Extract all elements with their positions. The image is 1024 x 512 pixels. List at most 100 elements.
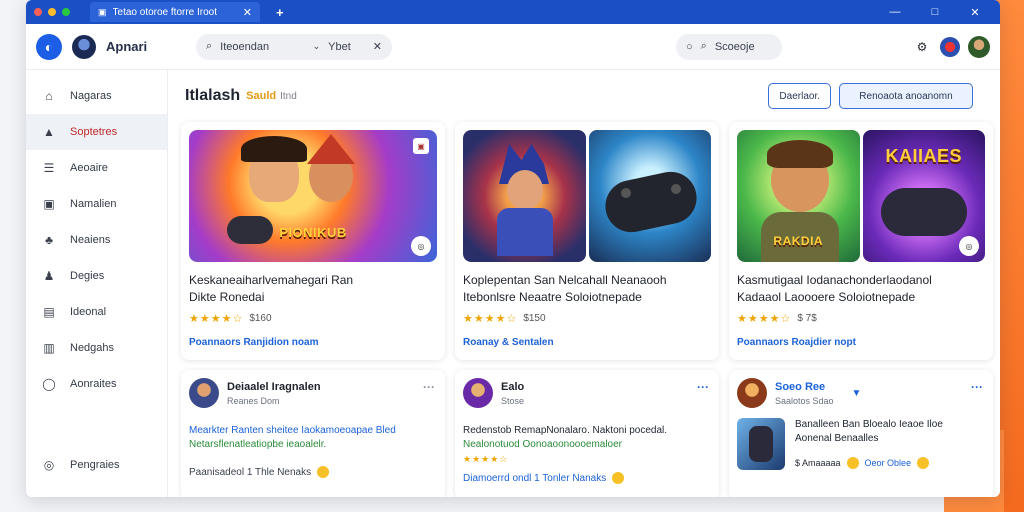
settings-icon[interactable]: ⚙ [912, 37, 932, 57]
card-title-line: Dikte Ronedai [189, 290, 265, 304]
tab-favicon-icon: ▣ [98, 6, 107, 17]
avatar[interactable] [737, 378, 767, 408]
card-link[interactable]: Roanay & Sentalen [463, 337, 711, 348]
sidebar-item-list[interactable]: ☰ Aeoaire [26, 150, 167, 186]
sidebar-item-label: Neaiens [70, 234, 111, 246]
tab-close-icon[interactable]: ✕ [243, 6, 252, 19]
post-text: Nealonotuod Oonoaoonoooemaloer [463, 439, 623, 450]
search-icon: ⌕ [700, 40, 707, 52]
people-icon: ♣ [45, 233, 53, 247]
emoji-icon[interactable] [917, 457, 930, 469]
page-subtitle: Sauld [246, 90, 277, 102]
chat-icon: ◯ [42, 377, 56, 391]
maximize-button[interactable]: □ [918, 6, 952, 18]
avatar[interactable] [189, 378, 219, 408]
platform-icon: ◎ [959, 236, 979, 256]
card-title-line: Kadaaol Laoooere Soloiotnepade [737, 290, 916, 304]
bookmark-icon[interactable]: ▣ [413, 138, 429, 154]
sidebar-item-settings[interactable]: ◎ Pengraies [26, 447, 167, 483]
secondary-search[interactable]: ○ ⌕ Scoeoje [676, 33, 782, 60]
emoji-icon[interactable] [317, 466, 330, 478]
search-filter: Ybet [328, 40, 351, 53]
sidebar-item-person[interactable]: ♟ Degies [26, 258, 167, 294]
page-title: Itlalash [185, 87, 241, 104]
profile-avatar[interactable] [968, 35, 990, 58]
more-options-icon[interactable]: ··· [971, 380, 983, 394]
game-artwork: RAKDIA KAIIAES ◎ [737, 130, 985, 262]
card-title: Kasmutigaal Iodanachonderlaodanol Kadaao… [737, 272, 985, 308]
page-subtitle-secondary: Itnd [280, 90, 297, 102]
minimize-button[interactable]: — [878, 6, 912, 18]
main-header: Itlalash Sauld Itnd Daerlaor. Renoaota a… [181, 70, 993, 122]
notifications-icon[interactable] [940, 36, 960, 57]
search-icon: ⌕ [206, 40, 213, 52]
document-icon: ▤ [43, 305, 55, 319]
chevron-down-icon[interactable]: ▼ [852, 388, 862, 399]
game-card[interactable]: PIONIKUB ▣ ◎ Keskaneaiharlvemahegari Ran… [181, 122, 445, 360]
post-thumbnail[interactable] [737, 418, 785, 470]
post-author[interactable]: Soeo Ree [775, 381, 834, 393]
more-options-icon[interactable]: ··· [423, 380, 435, 394]
avatar[interactable] [463, 378, 493, 408]
card-title: Keskaneaiharlvemahegari Ran Dikte Roneda… [189, 272, 437, 308]
maximize-dot[interactable] [62, 8, 70, 16]
rating-row: ★★★★☆ $160 [189, 312, 437, 325]
title-bar: ▣ Tetao otoroe ftorre Iroot ✕ + — □ ✕ [26, 0, 1000, 24]
post-body: Mearkter Ranten sheitee Iaokamoeoapae Bl… [189, 424, 437, 452]
minimize-dot[interactable] [48, 8, 56, 16]
sidebar-item-book[interactable]: ▥ Nedgahs [26, 330, 167, 366]
sidebar-item-label: Ideonal [70, 306, 107, 318]
card-title-line: Keskaneaiharlvemahegari Ran [189, 273, 354, 287]
search-input[interactable]: ⌕ Iteoendan ⌄ Ybet ✕ [196, 33, 392, 60]
chevron-down-icon[interactable]: ⌄ [313, 41, 321, 52]
emoji-icon[interactable] [846, 457, 859, 469]
post-author[interactable]: Ealo [501, 381, 524, 393]
game-card[interactable]: Koplepentan San Nelcahall Neanaooh Itebo… [455, 122, 719, 360]
post-card[interactable]: Soeo Ree Saalotos Sdao ▼ ··· Banalleen B… [729, 370, 993, 497]
post-text: Netarsflenatleatiopbe ieaoalelr. [189, 439, 327, 450]
card-link[interactable]: Poannaors Ranjidion noam [189, 337, 437, 348]
clear-icon[interactable]: ✕ [373, 40, 382, 53]
sidebar-item-label: Nedgahs [70, 342, 115, 354]
emoji-icon[interactable] [612, 472, 625, 484]
avatar[interactable] [72, 34, 96, 59]
card-link[interactable]: Poannaors Roajdier nopt [737, 337, 985, 348]
secondary-button[interactable]: Daerlaor. [768, 83, 831, 109]
sidebar-item-home[interactable]: ⌂ Nagaras [26, 78, 167, 114]
main-content: Itlalash Sauld Itnd Daerlaor. Renoaota a… [181, 70, 993, 497]
post-meta: Stose [501, 395, 525, 406]
toolbar-icons: ⚙ [912, 35, 990, 58]
post-footer: Diamoerrd ondl 1 Tonler Nanaks [463, 472, 711, 484]
browser-tab[interactable]: ▣ Tetao otoroe ftorre Iroot ✕ [90, 2, 260, 22]
community-posts: Deiaalel Iragnalen Reanes Dom ··· Mearkt… [181, 370, 993, 497]
circle-icon: ○ [686, 40, 693, 53]
star-rating: ★★★★☆ [189, 313, 244, 325]
sidebar-item-label: Pengraies [70, 459, 120, 471]
game-card[interactable]: RAKDIA KAIIAES ◎ Kasmutigaal Iodanachond… [729, 122, 993, 360]
post-footer-link[interactable]: Oeor Oblee [865, 456, 912, 470]
price: $160 [249, 313, 272, 324]
primary-button[interactable]: Renoaota anoanomn [839, 83, 973, 109]
game-logo-text: RAKDIA [773, 234, 824, 248]
app-logo-icon[interactable]: ◐ [36, 33, 62, 60]
sidebar-item-store[interactable]: ▲ Soptetres [26, 114, 167, 150]
post-author[interactable]: Deiaalel Iragnalen [227, 381, 321, 393]
close-dot[interactable] [34, 8, 42, 16]
post-footer-text: $ Amaaaaa [795, 458, 841, 468]
post-card[interactable]: Ealo Stose ··· Redenstob RemapNonalaro. … [455, 370, 719, 497]
plus-icon[interactable]: + [276, 5, 284, 20]
person-icon: ♟ [43, 269, 55, 283]
toolbar: ◐ Apnari ⌕ Iteoendan ⌄ Ybet ✕ ○ ⌕ Scoeoj… [26, 24, 1000, 70]
book-icon: ▥ [43, 341, 55, 355]
sidebar-item-chat[interactable]: ◯ Aonraites [26, 366, 167, 402]
more-options-icon[interactable]: ··· [697, 380, 709, 394]
store-icon: ▲ [43, 125, 55, 139]
home-icon: ⌂ [45, 89, 53, 103]
sidebar-item-label: Soptetres [70, 126, 118, 138]
close-button[interactable]: ✕ [958, 6, 992, 19]
post-card[interactable]: Deiaalel Iragnalen Reanes Dom ··· Mearkt… [181, 370, 445, 497]
sidebar-item-document[interactable]: ▤ Ideonal [26, 294, 167, 330]
price: $ 7$ [797, 313, 817, 324]
sidebar-item-people[interactable]: ♣ Neaiens [26, 222, 167, 258]
sidebar-item-games[interactable]: ▣ Namalien [26, 186, 167, 222]
